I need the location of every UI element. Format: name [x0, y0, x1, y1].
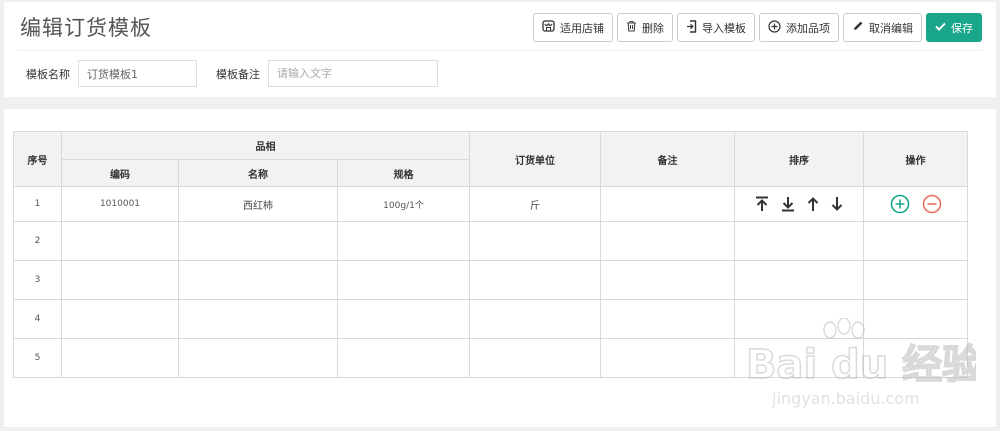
row-name — [178, 299, 338, 339]
row-sort-cell — [734, 260, 864, 300]
template-name-label: 模板名称 — [26, 67, 70, 81]
row-unit[interactable] — [469, 221, 601, 261]
pencil-icon — [852, 20, 864, 35]
trash-icon — [626, 20, 637, 35]
row-action-cell — [863, 260, 968, 300]
row-code — [61, 299, 179, 339]
template-remark-label: 模板备注 — [216, 67, 260, 81]
delete-button[interactable]: 删除 — [617, 13, 673, 42]
row-index: 3 — [13, 260, 62, 300]
title-divider — [18, 50, 982, 51]
plus-circle-icon — [768, 19, 781, 36]
row-spec — [337, 299, 470, 339]
row-remark[interactable] — [600, 186, 735, 222]
row-code — [61, 338, 179, 378]
apply-store-button[interactable]: 适用店铺 — [533, 13, 613, 42]
table-row: 4 — [13, 299, 968, 339]
row-sort-cell — [734, 221, 864, 261]
row-unit[interactable] — [469, 260, 601, 300]
apply-store-label: 适用店铺 — [560, 21, 604, 35]
import-template-button[interactable]: 导入模板 — [677, 13, 755, 42]
table-row: 1 1010001 西红柿 100g/1个 斤 — [13, 186, 968, 222]
header-sort: 排序 — [734, 131, 864, 187]
row-sort-cell — [734, 299, 864, 339]
row-name — [178, 260, 338, 300]
table-panel: 序号 品相 订货单位 备注 排序 操作 编码 名称 规格 1 1010001 西… — [4, 109, 996, 427]
remove-row-icon[interactable] — [922, 194, 942, 214]
header-name: 名称 — [178, 159, 338, 187]
add-item-label: 添加品项 — [786, 21, 830, 35]
row-spec: 100g/1个 — [337, 186, 470, 222]
row-action-cell — [863, 338, 968, 378]
row-index: 4 — [13, 299, 62, 339]
import-template-label: 导入模板 — [702, 21, 746, 35]
row-remark[interactable] — [600, 299, 735, 339]
header-code: 编码 — [61, 159, 179, 187]
delete-label: 删除 — [642, 21, 664, 35]
header-spec: 规格 — [337, 159, 470, 187]
header-unit: 订货单位 — [469, 131, 601, 187]
row-index: 2 — [13, 221, 62, 261]
row-code: 1010001 — [61, 186, 179, 222]
toolbar: 适用店铺 删除 导入模板 添加品项 取消编辑 保存 — [533, 13, 982, 42]
template-remark-input[interactable] — [268, 60, 438, 87]
header-item-group: 品相 — [61, 131, 470, 160]
row-remark[interactable] — [600, 221, 735, 261]
template-form: 模板名称 模板备注 — [26, 60, 438, 87]
save-button[interactable]: 保存 — [926, 13, 982, 42]
row-unit[interactable] — [469, 299, 601, 339]
row-name — [178, 221, 338, 261]
move-down-icon[interactable] — [831, 196, 843, 212]
move-bottom-icon[interactable] — [781, 196, 795, 212]
header-remark: 备注 — [600, 131, 735, 187]
check-icon — [935, 21, 946, 34]
row-unit[interactable] — [469, 338, 601, 378]
row-name: 西红柿 — [178, 186, 338, 222]
table-row: 3 — [13, 260, 968, 300]
page-title: 编辑订货模板 — [20, 16, 152, 40]
add-item-button[interactable]: 添加品项 — [759, 13, 839, 42]
row-spec — [337, 221, 470, 261]
row-name — [178, 338, 338, 378]
table-row: 5 — [13, 338, 968, 378]
header-index: 序号 — [13, 131, 62, 187]
row-index: 5 — [13, 338, 62, 378]
row-sort-cell — [734, 186, 864, 222]
row-remark[interactable] — [600, 338, 735, 378]
row-code — [61, 260, 179, 300]
row-action-cell — [863, 186, 968, 222]
header-action: 操作 — [863, 131, 968, 187]
cancel-edit-label: 取消编辑 — [869, 21, 913, 35]
row-spec — [337, 260, 470, 300]
import-icon — [686, 19, 697, 36]
move-top-icon[interactable] — [755, 196, 769, 212]
header-panel: 编辑订货模板 适用店铺 删除 导入模板 添加品项 取消编辑 保存 模板名称 订货… — [4, 2, 996, 97]
template-name-input[interactable] — [78, 60, 197, 87]
template-items-table: 序号 品相 订货单位 备注 排序 操作 编码 名称 规格 1 1010001 西… — [13, 131, 968, 378]
row-remark[interactable] — [600, 260, 735, 300]
store-icon — [542, 20, 555, 35]
row-index: 1 — [13, 186, 62, 222]
row-action-cell — [863, 221, 968, 261]
move-up-icon[interactable] — [807, 196, 819, 212]
row-sort-cell — [734, 338, 864, 378]
save-label: 保存 — [951, 21, 973, 35]
row-code — [61, 221, 179, 261]
row-action-cell — [863, 299, 968, 339]
row-unit[interactable]: 斤 — [469, 186, 601, 222]
table-row: 2 — [13, 221, 968, 261]
add-row-icon[interactable] — [890, 194, 910, 214]
row-spec — [337, 338, 470, 378]
cancel-edit-button[interactable]: 取消编辑 — [843, 13, 922, 42]
